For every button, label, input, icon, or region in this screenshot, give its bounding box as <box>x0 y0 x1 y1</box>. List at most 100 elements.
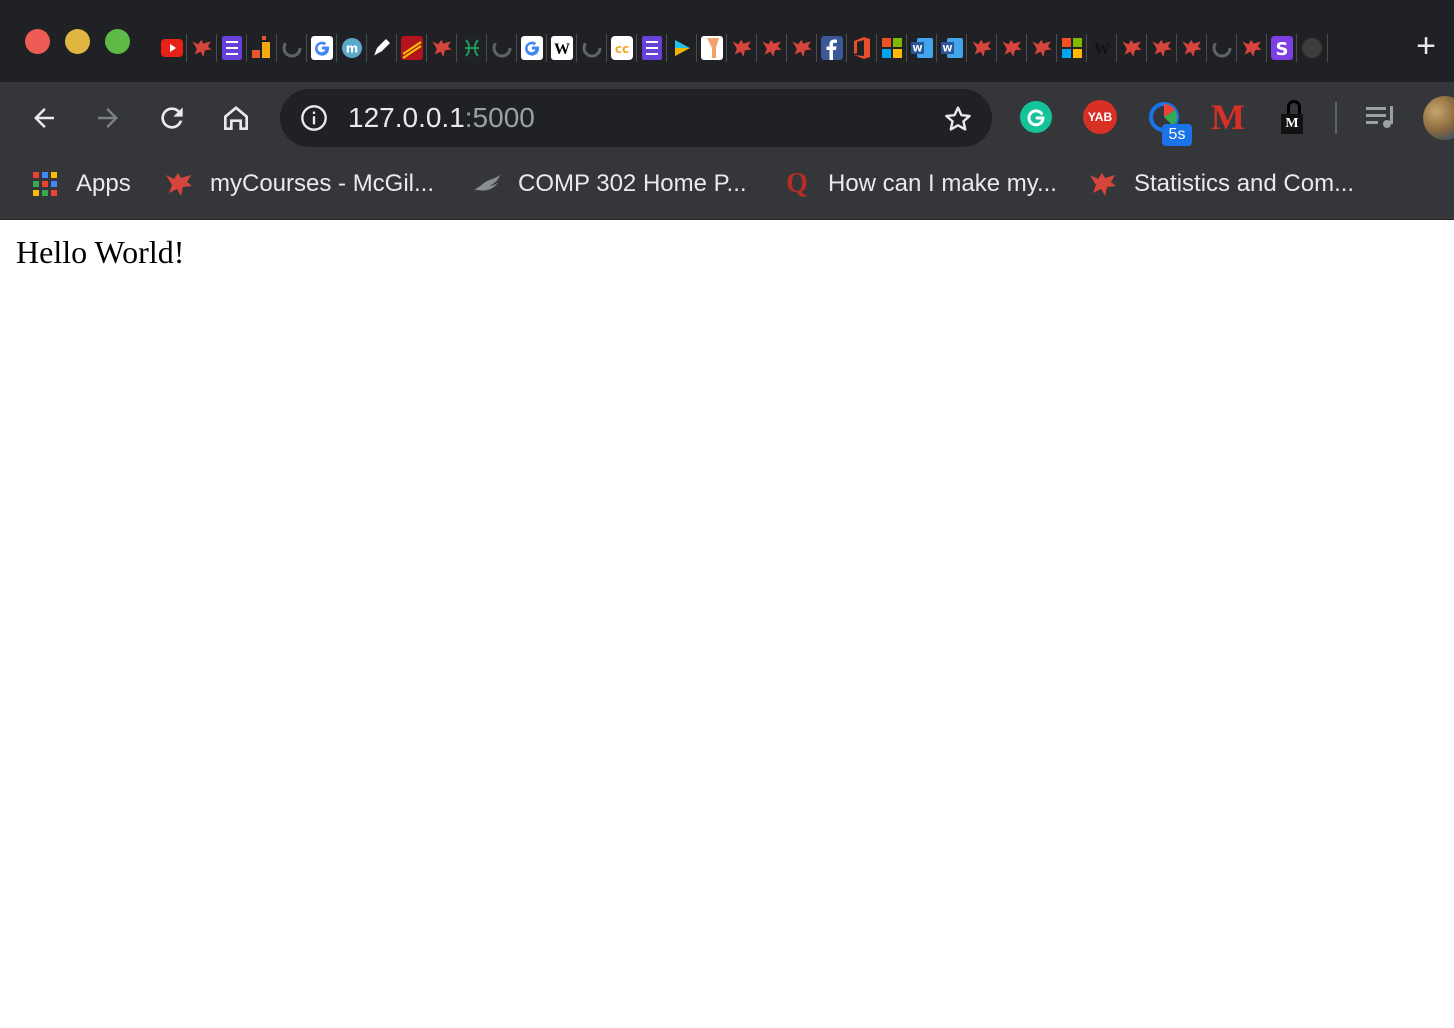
browser-tab[interactable] <box>1057 30 1087 66</box>
loading-icon <box>491 36 513 60</box>
blocks-icon <box>251 36 273 60</box>
google-icon <box>521 36 543 60</box>
browser-tab[interactable] <box>1027 30 1057 66</box>
reload-button[interactable] <box>154 100 190 136</box>
mcgill-icon <box>1031 36 1053 60</box>
reload-icon <box>161 107 183 129</box>
mcgill-icon <box>431 36 453 60</box>
browser-tab[interactable] <box>757 30 787 66</box>
mcgill-icon <box>1121 36 1143 60</box>
grammarly-extension[interactable] <box>1017 98 1055 136</box>
incognito-icon <box>1301 36 1323 60</box>
browser-tab[interactable]: m <box>337 30 367 66</box>
lock-m-extension[interactable]: M <box>1273 98 1311 136</box>
browser-tab[interactable] <box>1147 30 1177 66</box>
bird-icon <box>472 169 502 199</box>
browser-tab[interactable] <box>427 30 457 66</box>
browser-tab[interactable] <box>157 30 187 66</box>
browser-tab[interactable] <box>217 30 247 66</box>
browser-tab[interactable] <box>397 30 427 66</box>
play-icon <box>671 36 693 60</box>
yab-extension[interactable]: YAB <box>1081 98 1119 136</box>
list-icon <box>221 36 243 60</box>
browser-tab[interactable] <box>577 30 607 66</box>
browser-tab[interactable] <box>817 30 847 66</box>
bookmark-apps[interactable]: Apps <box>30 168 131 200</box>
mcgill-icon <box>1241 36 1263 60</box>
browser-tab[interactable] <box>1177 30 1207 66</box>
journal-icon: W <box>1091 36 1113 60</box>
browser-tab[interactable]: cc <box>607 30 637 66</box>
bookmark-statistics[interactable]: Statistics and Com... <box>1088 168 1354 200</box>
browser-tab[interactable] <box>1117 30 1147 66</box>
loading-icon <box>1211 36 1233 60</box>
forward-button[interactable] <box>90 100 126 136</box>
back-button[interactable] <box>26 100 62 136</box>
browser-tab[interactable] <box>367 30 397 66</box>
mcgill-icon <box>761 36 783 60</box>
browser-tab[interactable] <box>667 30 697 66</box>
browser-tab[interactable] <box>787 30 817 66</box>
mcgill-icon <box>1088 169 1118 199</box>
svg-text:W: W <box>554 41 570 58</box>
address-bar[interactable]: 127.0.0.1:5000 <box>280 89 992 147</box>
browser-tab[interactable] <box>187 30 217 66</box>
browser-toolbar: 127.0.0.1:5000 YAB 5s M M <box>0 82 1454 154</box>
browser-tab[interactable] <box>247 30 277 66</box>
info-icon[interactable] <box>300 104 328 132</box>
bookmark-star-icon[interactable] <box>942 103 974 135</box>
browser-tab[interactable] <box>457 30 487 66</box>
profile-avatar[interactable] <box>1423 96 1454 140</box>
mcgill-icon <box>971 36 993 60</box>
browser-tab[interactable] <box>277 30 307 66</box>
new-tab-button[interactable]: + <box>1408 28 1444 64</box>
bookmark-label: How can I make my... <box>828 170 1057 197</box>
bookmark-comp302[interactable]: COMP 302 Home P... <box>472 168 747 200</box>
svg-text:cc: cc <box>615 42 629 56</box>
mcgill-icon <box>191 36 213 60</box>
word-icon: W <box>911 36 933 60</box>
google-icon <box>311 36 333 60</box>
browser-tab[interactable] <box>997 30 1027 66</box>
browser-tab[interactable] <box>877 30 907 66</box>
browser-tab[interactable] <box>307 30 337 66</box>
wikipedia-icon: W <box>551 36 573 60</box>
browser-tab[interactable] <box>1207 30 1237 66</box>
pisces-icon <box>461 36 483 60</box>
browser-tab[interactable]: W <box>907 30 937 66</box>
home-button[interactable] <box>218 100 254 136</box>
cibc-icon <box>401 36 423 60</box>
home-icon <box>224 106 248 130</box>
url-text[interactable]: 127.0.0.1:5000 <box>348 102 535 134</box>
browser-tab[interactable]: W <box>937 30 967 66</box>
word-icon: W <box>941 36 963 60</box>
arrow-right-icon <box>98 108 118 128</box>
browser-tab[interactable] <box>1237 30 1267 66</box>
browser-tab[interactable] <box>1297 30 1328 66</box>
browser-tab[interactable]: S <box>1267 30 1297 66</box>
bookmark-label: COMP 302 Home P... <box>518 170 747 197</box>
close-window-button[interactable] <box>25 29 50 54</box>
zoom-window-button[interactable] <box>105 29 130 54</box>
m-extension[interactable]: M <box>1209 97 1247 137</box>
list-icon <box>641 36 663 60</box>
browser-tab[interactable] <box>847 30 877 66</box>
browser-tab[interactable]: W <box>1087 30 1117 66</box>
bookmark-label: Statistics and Com... <box>1134 170 1355 197</box>
browser-tab[interactable] <box>517 30 547 66</box>
browser-tab[interactable]: W <box>547 30 577 66</box>
browser-tab[interactable] <box>637 30 667 66</box>
browser-tab[interactable] <box>967 30 997 66</box>
m-icon: M <box>1211 97 1245 137</box>
browser-tab[interactable] <box>727 30 757 66</box>
mcgill-icon <box>791 36 813 60</box>
browser-tab[interactable] <box>487 30 517 66</box>
bookmark-mycourses[interactable]: myCourses - McGil... <box>164 168 434 200</box>
toolbar-separator <box>1335 102 1337 134</box>
minimize-window-button[interactable] <box>65 29 90 54</box>
timer-badge: 5s <box>1162 124 1192 146</box>
browser-tab[interactable] <box>697 30 727 66</box>
bookmark-quora[interactable]: Q How can I make my... <box>782 168 1057 200</box>
media-queue-button[interactable] <box>1362 98 1400 136</box>
arrow-left-icon <box>34 108 54 128</box>
